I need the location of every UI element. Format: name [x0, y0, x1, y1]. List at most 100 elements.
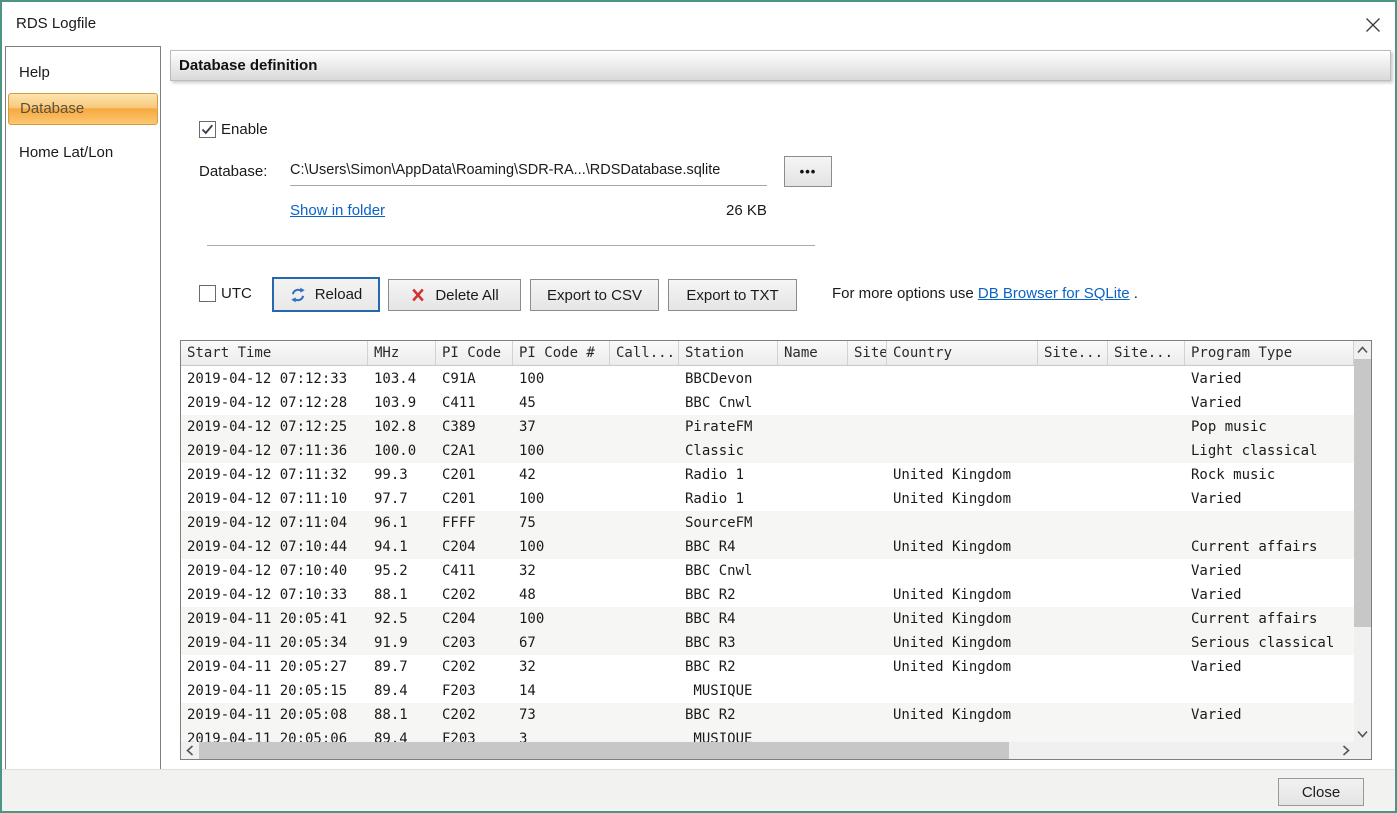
close-icon[interactable]	[1358, 10, 1388, 40]
browse-button[interactable]: •••	[784, 156, 832, 187]
table-cell: Radio 1	[679, 463, 778, 487]
table-cell: BBC Cnwl	[679, 391, 778, 415]
table-cell	[1185, 511, 1354, 535]
table-row[interactable]: 2019-04-12 07:12:28103.9C41145BBC CnwlVa…	[181, 391, 1354, 415]
chevron-left-icon[interactable]	[181, 742, 198, 759]
more-options-prefix: For more options use	[832, 285, 978, 302]
table-cell	[778, 511, 848, 535]
column-header-mhz[interactable]: MHz	[368, 341, 436, 365]
table-cell: BBC R2	[679, 703, 778, 727]
table-cell: C204	[436, 607, 513, 631]
file-size: 26 KB	[726, 202, 767, 219]
column-header-site[interactable]: Site	[848, 341, 887, 365]
table-cell	[610, 535, 679, 559]
table-cell: PirateFM	[679, 415, 778, 439]
column-header-name[interactable]: Name	[778, 341, 848, 365]
table-row[interactable]: 2019-04-11 20:05:1589.4F20314 MUSIQUE	[181, 679, 1354, 703]
column-header-program-type[interactable]: Program Type	[1185, 341, 1354, 365]
table-cell: BBC Cnwl	[679, 559, 778, 583]
column-header-call[interactable]: Call...	[610, 341, 679, 365]
table-cell	[778, 679, 848, 703]
export-csv-button[interactable]: Export to CSV	[530, 279, 659, 311]
sidebar: Help Database Home Lat/Lon	[5, 46, 161, 770]
window-title: RDS Logfile	[16, 15, 96, 32]
table-row[interactable]: 2019-04-12 07:11:3299.3C20142Radio 1Unit…	[181, 463, 1354, 487]
export-txt-button[interactable]: Export to TXT	[668, 279, 797, 311]
table-cell	[1038, 391, 1108, 415]
table-row[interactable]: 2019-04-12 07:11:1097.7C201100Radio 1Uni…	[181, 487, 1354, 511]
sidebar-item-database[interactable]: Database	[8, 93, 158, 125]
table-cell: 2019-04-12 07:10:33	[181, 583, 368, 607]
table-cell: C411	[436, 391, 513, 415]
table-row[interactable]: 2019-04-12 07:10:4494.1C204100BBC R4Unit…	[181, 535, 1354, 559]
table-cell	[887, 511, 1038, 535]
table-cell: 32	[513, 655, 610, 679]
table-cell: 42	[513, 463, 610, 487]
table-row[interactable]: 2019-04-11 20:05:4192.5C204100BBC R4Unit…	[181, 607, 1354, 631]
table-cell	[778, 703, 848, 727]
table-cell: United Kingdom	[887, 535, 1038, 559]
column-header-pi-code-num[interactable]: PI Code #	[513, 341, 610, 365]
table-cell	[610, 559, 679, 583]
table-cell: 100.0	[368, 439, 436, 463]
table-row[interactable]: 2019-04-11 20:05:2789.7C20232BBC R2Unite…	[181, 655, 1354, 679]
table-row[interactable]: 2019-04-12 07:11:36100.0C2A1100ClassicLi…	[181, 439, 1354, 463]
table-cell	[1108, 607, 1185, 631]
reload-button[interactable]: Reload	[272, 277, 380, 312]
table-row[interactable]: 2019-04-12 07:12:25102.8C38937PirateFMPo…	[181, 415, 1354, 439]
column-header-start-time[interactable]: Start Time	[181, 341, 368, 365]
table-cell	[610, 463, 679, 487]
table-cell: 92.5	[368, 607, 436, 631]
table-cell: C202	[436, 655, 513, 679]
table-cell: 100	[513, 439, 610, 463]
horizontal-scrollbar-thumb[interactable]	[199, 742, 1009, 759]
enable-checkbox[interactable]	[199, 121, 216, 138]
table-cell	[610, 703, 679, 727]
chevron-up-icon[interactable]	[1354, 341, 1371, 358]
show-in-folder-link[interactable]: Show in folder	[290, 202, 385, 219]
db-browser-link[interactable]: DB Browser for SQLite	[978, 285, 1130, 302]
table-row[interactable]: 2019-04-11 20:05:0888.1C20273BBC R2Unite…	[181, 703, 1354, 727]
chevron-down-icon[interactable]	[1354, 725, 1371, 742]
table-cell: United Kingdom	[887, 631, 1038, 655]
sidebar-item-help[interactable]: Help	[6, 57, 160, 89]
horizontal-scrollbar[interactable]	[181, 742, 1354, 759]
table-cell: BBC R4	[679, 607, 778, 631]
table-cell	[1108, 439, 1185, 463]
vertical-scrollbar-thumb[interactable]	[1354, 359, 1371, 627]
table-row[interactable]: 2019-04-12 07:12:33103.4C91A100BBCDevonV…	[181, 367, 1354, 391]
close-button[interactable]: Close	[1278, 778, 1364, 806]
table-cell: 2019-04-12 07:12:25	[181, 415, 368, 439]
separator-line	[207, 245, 815, 246]
table-cell: 37	[513, 415, 610, 439]
column-header-site2[interactable]: Site...	[1038, 341, 1108, 365]
sidebar-item-home-lat-lon[interactable]: Home Lat/Lon	[6, 137, 160, 169]
check-icon	[200, 122, 215, 137]
table-cell	[1038, 415, 1108, 439]
database-path-field[interactable]	[290, 154, 767, 186]
refresh-icon	[290, 287, 306, 303]
table-cell: C204	[436, 535, 513, 559]
table-cell: Varied	[1185, 559, 1354, 583]
table-row[interactable]: 2019-04-12 07:10:4095.2C41132BBC CnwlVar…	[181, 559, 1354, 583]
utc-checkbox[interactable]	[199, 285, 216, 302]
table-cell	[1038, 367, 1108, 391]
table-cell	[778, 367, 848, 391]
more-options-suffix: .	[1130, 285, 1138, 302]
table-row[interactable]: 2019-04-12 07:10:3388.1C20248BBC R2Unite…	[181, 583, 1354, 607]
delete-all-button[interactable]: Delete All	[388, 279, 521, 311]
chevron-right-icon[interactable]	[1337, 742, 1354, 759]
table-row[interactable]: 2019-04-12 07:11:0496.1FFFF75SourceFM	[181, 511, 1354, 535]
table-cell	[778, 583, 848, 607]
column-header-country[interactable]: Country	[887, 341, 1038, 365]
table-cell: Classic	[679, 439, 778, 463]
vertical-scrollbar[interactable]	[1354, 341, 1371, 742]
table-cell: 2019-04-12 07:10:44	[181, 535, 368, 559]
column-header-station[interactable]: Station	[679, 341, 778, 365]
column-header-pi-code[interactable]: PI Code	[436, 341, 513, 365]
column-header-site3[interactable]: Site...	[1108, 341, 1185, 365]
table-cell: Varied	[1185, 487, 1354, 511]
table-cell	[1108, 535, 1185, 559]
table-cell: United Kingdom	[887, 487, 1038, 511]
table-row[interactable]: 2019-04-11 20:05:3491.9C20367BBC R3Unite…	[181, 631, 1354, 655]
